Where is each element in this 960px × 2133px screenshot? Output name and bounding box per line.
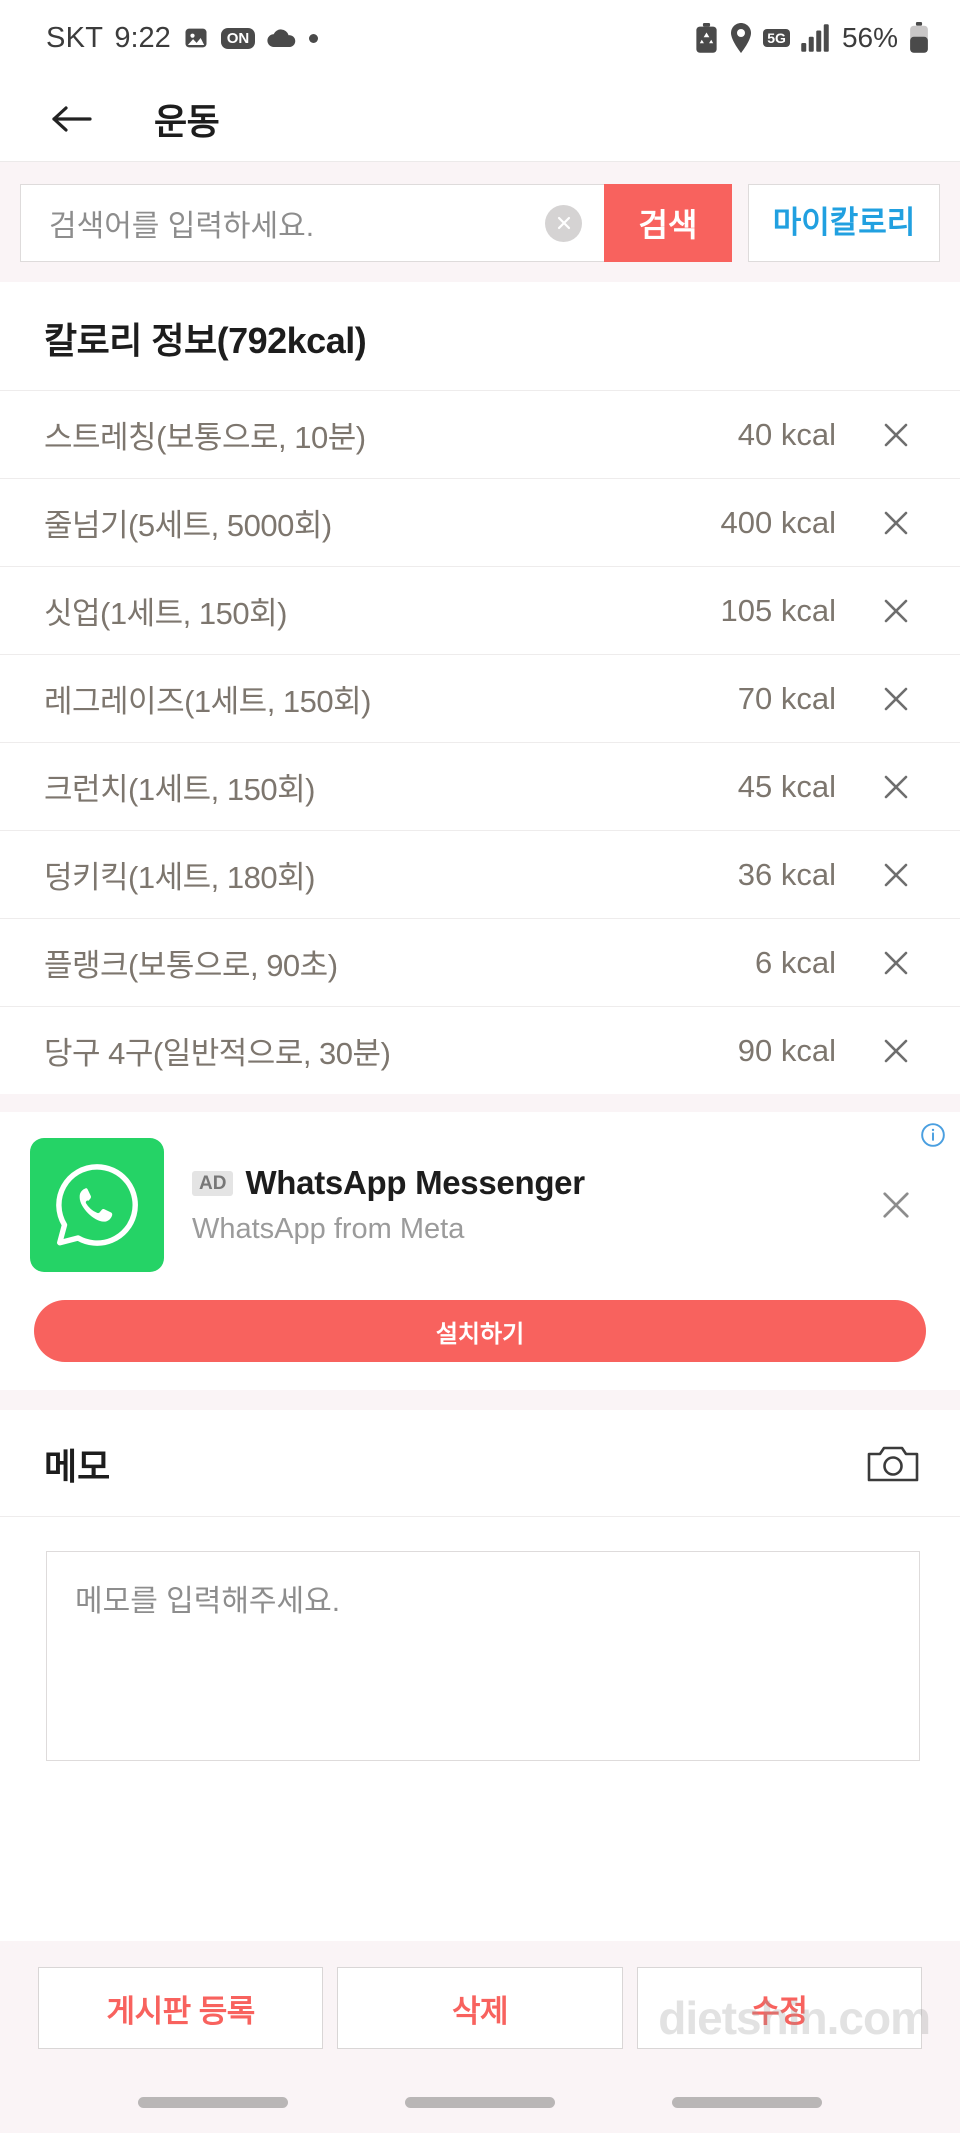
ad-cta-wrap: 설치하기 [0,1272,960,1390]
edit-button[interactable]: 수정 [636,1967,922,2049]
ad-subtitle: WhatsApp from Meta [192,1213,465,1245]
battery-recycle-icon [694,22,719,54]
on-badge-icon: ON [220,27,256,49]
back-arrow-icon [48,100,94,138]
action-buttons: 게시판 등록 삭제 수정 [38,1967,922,2049]
battery-icon [908,22,930,54]
my-calorie-button[interactable]: 마이칼로리 [748,184,940,262]
table-row[interactable]: 싯업(1세트, 150회) 105 kcal [0,566,960,654]
remove-icon[interactable] [876,947,916,979]
app-bar: 운동 [0,76,960,162]
ad-title: WhatsApp Messenger [245,1164,585,1201]
back-button[interactable] [48,100,104,138]
memo-header: 메모 [0,1410,960,1517]
table-row[interactable]: 플랭크(보통으로, 90초) 6 kcal [0,918,960,1006]
status-bar-left: SKT 9:22 ON [46,21,319,55]
app-screen: SKT 9:22 ON 5G 56% 운동 검색어를 입력하세요. 검색 마이칼… [0,0,960,2133]
memo-title: 메모 [44,1446,111,1487]
image-icon [182,24,210,52]
remove-icon[interactable] [876,507,916,539]
cloud-icon [266,26,298,50]
ad-body: AD WhatsApp Messenger WhatsApp from Meta [0,1138,960,1272]
exercise-name: 줄넘기(5세트, 5000회) [44,508,332,543]
exercise-name: 레그레이즈(1세트, 150회) [44,684,371,719]
remove-icon[interactable] [876,1035,916,1067]
exercise-name: 당구 4구(일반적으로, 30분) [44,1036,391,1071]
table-row[interactable]: 덩키킥(1세트, 180회) 36 kcal [0,830,960,918]
remove-icon[interactable] [876,683,916,715]
carrier-label: SKT [46,21,104,54]
signal-bars-icon [800,24,830,52]
exercise-kcal: 90 kcal [737,1032,836,1068]
remove-icon[interactable] [876,859,916,891]
whatsapp-icon [30,1138,164,1272]
exercise-kcal: 70 kcal [737,680,836,716]
dot-icon [309,33,319,43]
exercise-name: 스트레칭(보통으로, 10분) [44,420,366,455]
delete-button[interactable]: 삭제 [337,1967,623,2049]
install-button[interactable]: 설치하기 [34,1300,926,1362]
exercise-kcal: 6 kcal [755,944,836,980]
network-5g-icon: 5G [763,28,790,48]
battery-percent-label: 56% [841,22,898,53]
ad-info-icon[interactable] [920,1122,946,1148]
exercise-kcal: 40 kcal [737,416,836,452]
calorie-info-section: 칼로리 정보(792kcal) 스트레칭(보통으로, 10분) 40 kcal … [0,282,960,1094]
table-row[interactable]: 크런치(1세트, 150회) 45 kcal [0,742,960,830]
status-bar-right: 5G 56% [694,22,930,54]
ad-title-row: AD WhatsApp Messenger [192,1164,866,1202]
exercise-kcal: 45 kcal [737,768,836,804]
nav-home-button[interactable] [404,2096,555,2108]
location-pin-icon [729,23,753,53]
exercise-name: 덩키킥(1세트, 180회) [44,860,315,895]
exercise-kcal: 105 kcal [720,592,836,628]
exercise-kcal: 400 kcal [720,504,836,540]
section-divider [0,1390,960,1410]
remove-icon[interactable] [876,595,916,627]
memo-section: 메모 메모를 입력해주세요. [0,1410,960,1941]
table-row[interactable]: 줄넘기(5세트, 5000회) 400 kcal [0,478,960,566]
clear-search-icon[interactable] [545,204,582,242]
action-bar: 게시판 등록 삭제 수정 dietshin.com [0,1941,960,2071]
table-row[interactable]: 레그레이즈(1세트, 150회) 70 kcal [0,654,960,742]
ad-text: AD WhatsApp Messenger WhatsApp from Meta [192,1164,866,1246]
camera-icon[interactable] [866,1442,920,1486]
search-input[interactable]: 검색어를 입력하세요. [20,184,604,262]
ad-badge: AD [192,1170,234,1196]
memo-textarea[interactable]: 메모를 입력해주세요. [46,1551,920,1761]
remove-icon[interactable] [876,771,916,803]
search-input-placeholder: 검색어를 입력하세요. [49,210,315,243]
page-title: 운동 [154,100,220,142]
search-bar: 검색어를 입력하세요. 검색 마이칼로리 [0,162,960,282]
clock-label: 9:22 [114,21,171,54]
system-nav-bar [0,2071,960,2133]
post-to-board-button[interactable]: 게시판 등록 [38,1967,324,2049]
memo-box-wrap: 메모를 입력해주세요. [0,1517,960,1761]
exercise-name: 크런치(1세트, 150회) [44,772,315,807]
search-button[interactable]: 검색 [604,184,732,262]
remove-icon[interactable] [876,419,916,451]
calorie-info-title: 칼로리 정보(792kcal) [44,320,367,361]
nav-back-button[interactable] [671,2096,822,2108]
exercise-kcal: 36 kcal [737,856,836,892]
close-ad-icon[interactable] [866,1187,926,1223]
nav-recents-button[interactable] [138,2096,289,2108]
table-row[interactable]: 스트레칭(보통으로, 10분) 40 kcal [0,390,960,478]
status-bar: SKT 9:22 ON 5G 56% [0,0,960,76]
section-divider [0,1094,960,1112]
table-row[interactable]: 당구 4구(일반적으로, 30분) 90 kcal [0,1006,960,1094]
exercise-name: 플랭크(보통으로, 90초) [44,948,338,983]
ad-banner[interactable]: AD WhatsApp Messenger WhatsApp from Meta… [0,1112,960,1390]
exercise-name: 싯업(1세트, 150회) [44,596,287,631]
